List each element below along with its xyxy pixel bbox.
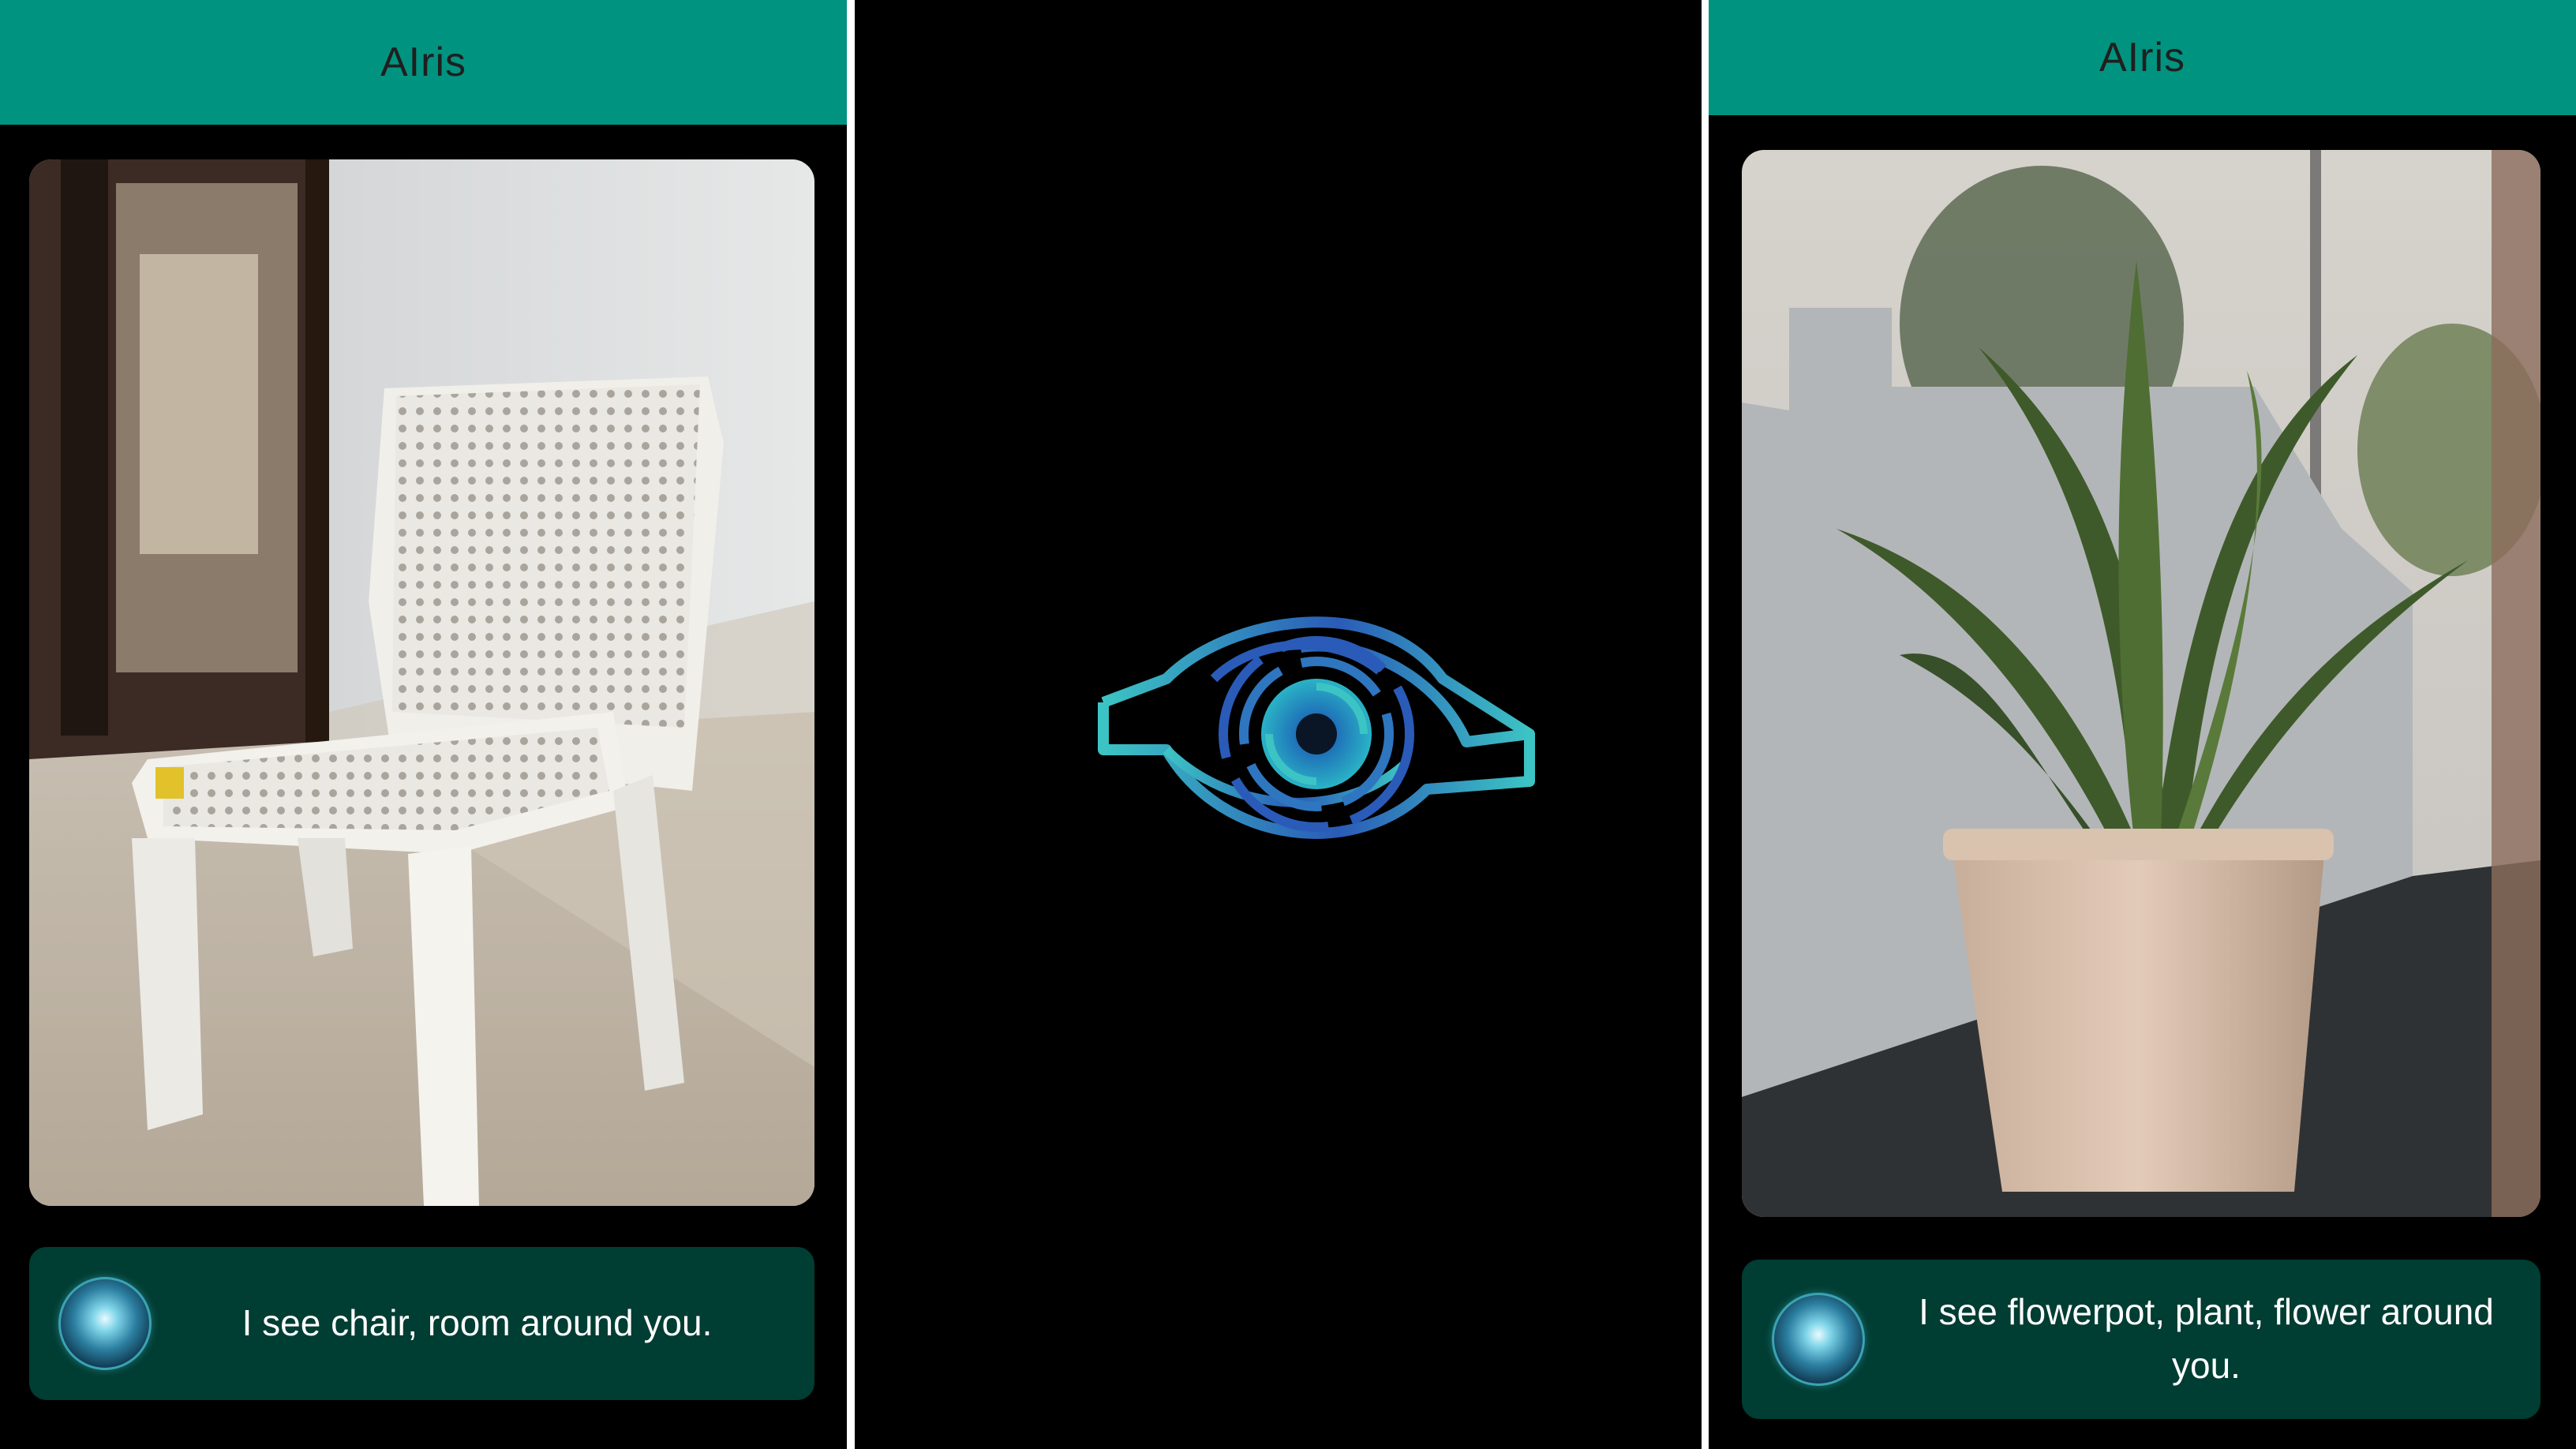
chair-photo (29, 159, 814, 1206)
caption-card: I see flowerpot, plant, flower around yo… (1742, 1260, 2540, 1419)
eye-logo-icon (1098, 616, 1535, 839)
app-title: AIris (380, 39, 466, 85)
camera-preview-plant (1742, 150, 2540, 1217)
plant-photo (1742, 150, 2540, 1217)
detection-caption: I see flowerpot, plant, flower around yo… (1919, 1291, 2494, 1386)
camera-preview-chair (29, 159, 814, 1206)
assistant-orb-icon[interactable] (58, 1277, 152, 1370)
screen-chair: AIris I see chair, room around you. (0, 0, 847, 1449)
divider (847, 0, 855, 1449)
detection-caption: I see chair, room around you. (242, 1302, 713, 1343)
screen-plant: AIris I see flowerpot, plant, flower aro… (1709, 0, 2576, 1449)
app-bar: AIris (1709, 0, 2576, 115)
assistant-orb-icon[interactable] (1772, 1293, 1865, 1386)
app-title: AIris (2099, 35, 2185, 80)
caption-card: I see chair, room around you. (29, 1247, 814, 1400)
app-bar: AIris (0, 0, 847, 125)
divider (1702, 0, 1709, 1449)
splash-screen (855, 0, 1702, 1449)
